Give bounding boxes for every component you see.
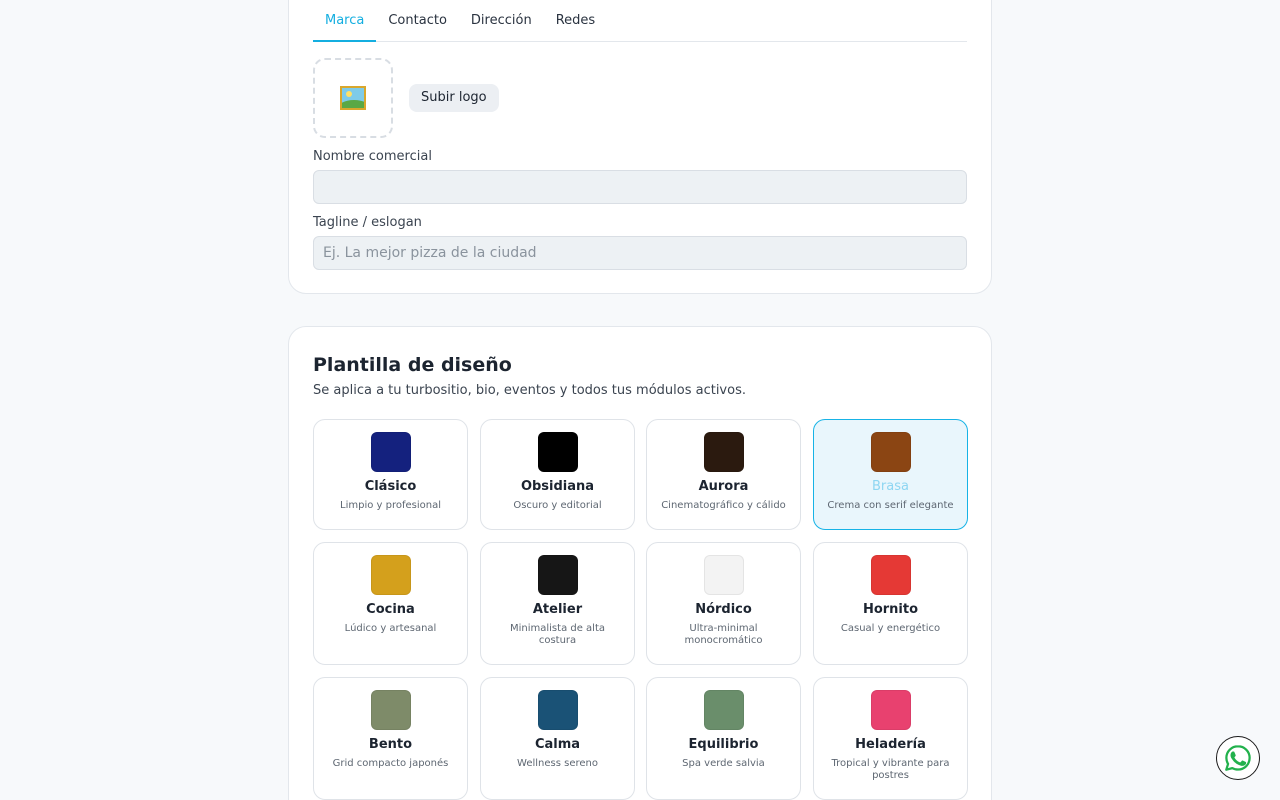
template-name: Hornito bbox=[862, 602, 919, 617]
template-card-bento[interactable]: Bento Grid compacto japonés bbox=[313, 677, 468, 800]
template-swatch bbox=[537, 432, 578, 472]
business-name-input[interactable] bbox=[313, 170, 967, 204]
template-card-aurora[interactable]: Aurora Cinematográfico y cálido bbox=[646, 419, 801, 530]
template-description: Casual y energético bbox=[840, 623, 941, 634]
template-name: Bento bbox=[368, 737, 413, 752]
template-description: Ultra-minimal monocromático bbox=[684, 623, 763, 646]
template-card-equilibrio[interactable]: Equilibrio Spa verde salvia bbox=[646, 677, 801, 800]
template-swatch bbox=[370, 555, 411, 595]
template-description: Crema con serif elegante bbox=[827, 500, 954, 511]
template-description: Tropical y vibrante para postres bbox=[831, 758, 950, 781]
section-title: Plantilla de diseño bbox=[313, 354, 512, 376]
template-card-calma[interactable]: Calma Wellness sereno bbox=[480, 677, 635, 800]
template-name: Equilibrio bbox=[688, 737, 759, 752]
template-name: Obsidiana bbox=[520, 479, 595, 494]
template-description: Grid compacto japonés bbox=[332, 758, 449, 769]
template-name: Aurora bbox=[698, 479, 749, 494]
template-swatch bbox=[370, 432, 411, 472]
template-swatch bbox=[870, 432, 911, 472]
tagline-label: Tagline / eslogan bbox=[313, 215, 422, 230]
template-description: Cinematográfico y cálido bbox=[661, 500, 786, 511]
template-swatch bbox=[703, 555, 744, 595]
template-card-hornito[interactable]: Hornito Casual y energético bbox=[813, 542, 968, 665]
template-swatch bbox=[703, 690, 744, 730]
upload-logo-button[interactable]: Subir logo bbox=[409, 84, 499, 112]
template-swatch bbox=[870, 555, 911, 595]
tab-redes[interactable]: Redes bbox=[544, 1, 607, 42]
tab-contacto[interactable]: Contacto bbox=[376, 1, 459, 42]
template-card-clasico[interactable]: Clásico Limpio y profesional bbox=[313, 419, 468, 530]
template-name: Nórdico bbox=[695, 602, 752, 617]
template-swatch bbox=[537, 555, 578, 595]
design-template-card: Plantilla de diseño Se aplica a tu turbo… bbox=[288, 326, 992, 800]
business-name-label: Nombre comercial bbox=[313, 149, 432, 164]
template-description: Oscuro y editorial bbox=[513, 500, 602, 511]
section-subtitle: Se aplica a tu turbositio, bio, eventos … bbox=[313, 383, 746, 398]
template-swatch bbox=[703, 432, 744, 472]
whatsapp-button[interactable] bbox=[1216, 736, 1260, 780]
brand-card: Marca Contacto Dirección Redes Subir log… bbox=[288, 0, 992, 294]
template-name: Cocina bbox=[366, 602, 415, 617]
template-name: Atelier bbox=[532, 602, 583, 617]
template-description: Lúdico y artesanal bbox=[344, 623, 437, 634]
template-name: Calma bbox=[534, 737, 581, 752]
template-card-atelier[interactable]: Atelier Minimalista de alta costura bbox=[480, 542, 635, 665]
logo-dropzone[interactable] bbox=[313, 58, 393, 138]
template-card-brasa[interactable]: Brasa Crema con serif elegante bbox=[813, 419, 968, 530]
template-description: Spa verde salvia bbox=[682, 758, 765, 769]
tab-marca[interactable]: Marca bbox=[313, 1, 377, 42]
template-description: Limpio y profesional bbox=[340, 500, 441, 511]
tab-direccion[interactable]: Dirección bbox=[459, 1, 544, 42]
template-card-obsidiana[interactable]: Obsidiana Oscuro y editorial bbox=[480, 419, 635, 530]
template-description: Wellness sereno bbox=[517, 758, 598, 769]
picture-icon bbox=[340, 86, 366, 110]
template-name: Brasa bbox=[872, 479, 909, 494]
template-swatch bbox=[537, 690, 578, 730]
template-swatch bbox=[370, 690, 411, 730]
template-swatch bbox=[870, 690, 911, 730]
whatsapp-icon bbox=[1225, 745, 1251, 771]
tagline-input[interactable] bbox=[313, 236, 967, 270]
template-card-nordico[interactable]: Nórdico Ultra-minimal monocromático bbox=[646, 542, 801, 665]
template-description: Minimalista de alta costura bbox=[509, 623, 606, 646]
template-card-cocina[interactable]: Cocina Lúdico y artesanal bbox=[313, 542, 468, 665]
template-name: Clásico bbox=[364, 479, 417, 494]
template-name: Heladería bbox=[855, 737, 926, 752]
template-card-heladeria[interactable]: Heladería Tropical y vibrante para postre… bbox=[813, 677, 968, 800]
brand-tabs: Marca Contacto Dirección Redes bbox=[313, 1, 967, 42]
